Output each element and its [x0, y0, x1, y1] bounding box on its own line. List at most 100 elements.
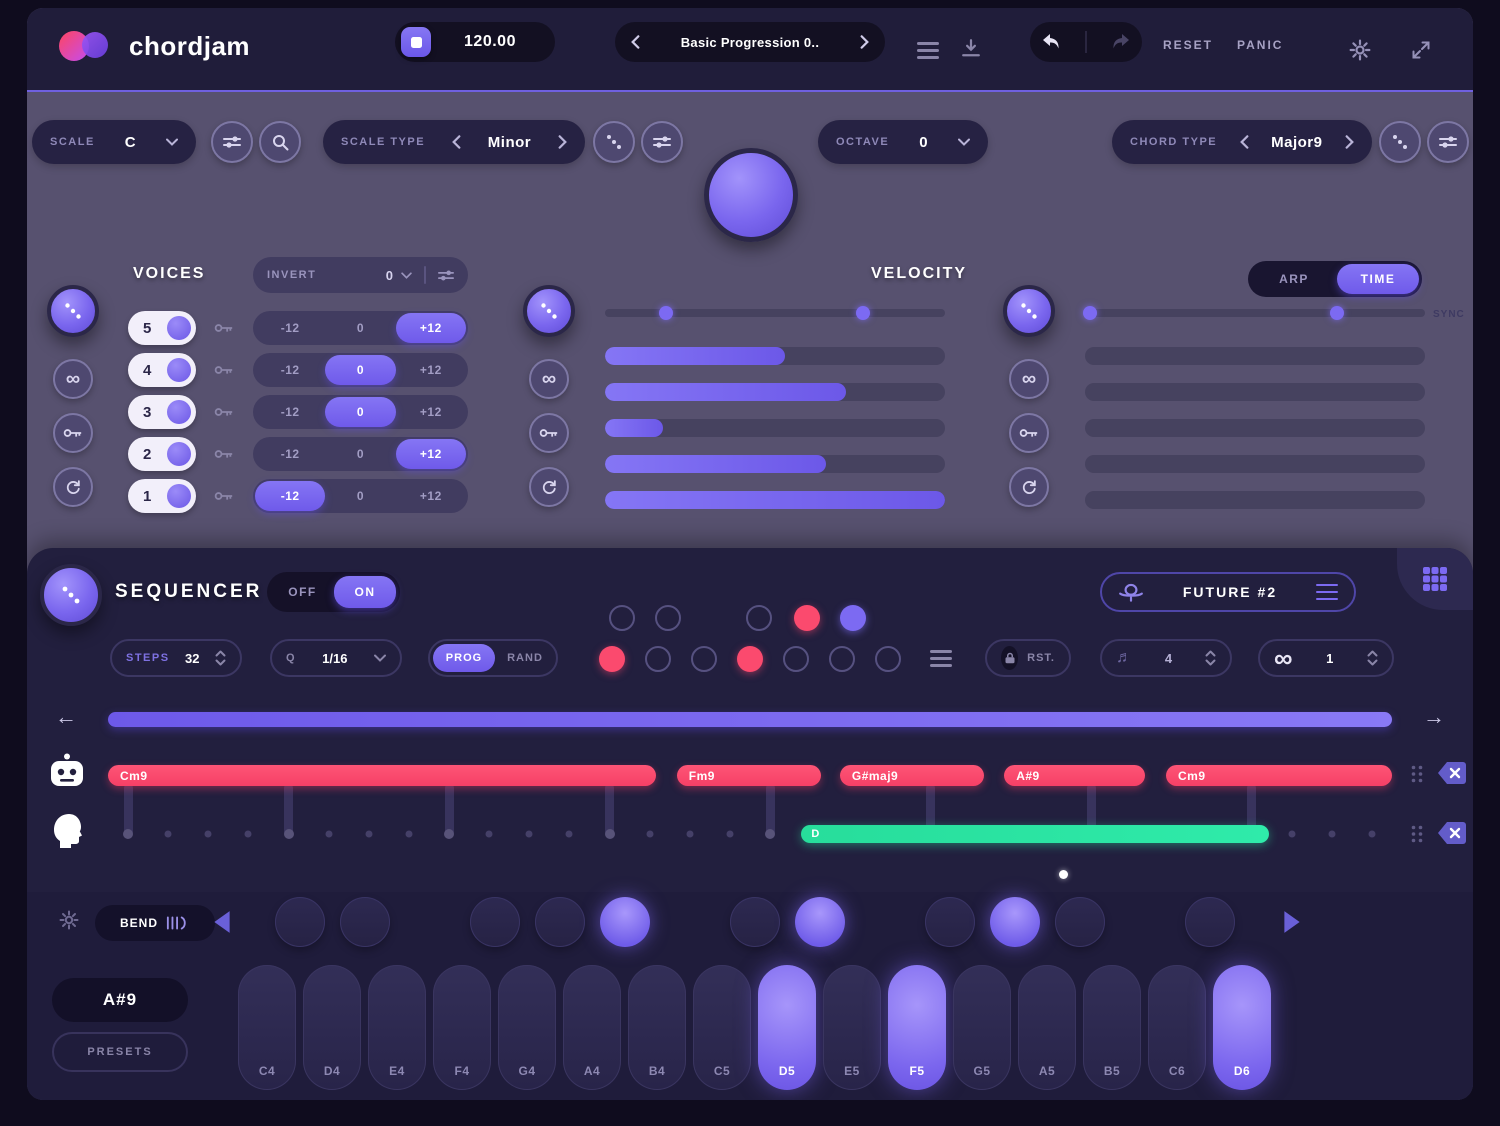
bend-control[interactable]: BEND	[95, 905, 215, 941]
note-count-control[interactable]: ♬ 4	[1100, 639, 1232, 677]
sequencer-off-option[interactable]: OFF	[267, 585, 338, 599]
stepper-icon[interactable]	[1367, 649, 1378, 667]
arp-option[interactable]: ARP	[1248, 272, 1340, 286]
octave-control[interactable]: OCTAVE 0	[818, 120, 988, 164]
voices-infinity-button[interactable]: ∞	[53, 359, 93, 399]
pattern-step-off[interactable]	[875, 646, 901, 672]
white-key-G4[interactable]: G4	[498, 965, 556, 1090]
loop-count-control[interactable]: ∞ 1	[1258, 639, 1394, 677]
voice-link-icon[interactable]	[214, 406, 234, 418]
sequence-preset-menu-icon[interactable]	[1316, 584, 1338, 601]
step-dot[interactable]	[526, 831, 533, 838]
stepper-icon[interactable]	[1205, 649, 1216, 667]
voice-offset-option[interactable]: 0	[325, 397, 395, 427]
voice-offset-option[interactable]: +12	[396, 397, 466, 427]
chord-row-clear-button[interactable]	[1437, 760, 1467, 786]
scale-type-random-button[interactable]	[593, 121, 635, 163]
sequence-preset-control[interactable]: FUTURE #2	[1100, 572, 1356, 612]
voice-number-pill[interactable]: 1	[128, 479, 196, 513]
pattern-menu-icon[interactable]	[930, 650, 952, 667]
voice-offset-option[interactable]: 0	[325, 355, 395, 385]
velocity-bar[interactable]	[605, 383, 945, 401]
scale-type-next-icon[interactable]	[558, 135, 567, 149]
white-key-C5[interactable]: C5	[693, 965, 751, 1090]
step-dot[interactable]	[284, 829, 294, 839]
pattern-step-hit[interactable]	[794, 605, 820, 631]
pattern-step-off[interactable]	[783, 646, 809, 672]
chord-block[interactable]: A#9	[1004, 765, 1145, 786]
voice-toggle-knob[interactable]	[167, 358, 191, 382]
resize-button[interactable]	[1411, 40, 1431, 60]
panic-button[interactable]: PANIC	[1237, 38, 1283, 52]
pattern-step-off[interactable]	[746, 605, 772, 631]
sequencer-random-knob[interactable]	[40, 564, 102, 626]
step-dot[interactable]	[325, 831, 332, 838]
preset-name[interactable]: Basic Progression 0..	[681, 35, 820, 50]
black-key-D#5[interactable]	[795, 897, 845, 947]
velocity-refresh-button[interactable]	[529, 467, 569, 507]
step-dot[interactable]	[726, 831, 733, 838]
voice-offset-option[interactable]: +12	[396, 355, 466, 385]
time-infinity-button[interactable]: ∞	[1009, 359, 1049, 399]
white-key-B5[interactable]: B5	[1083, 965, 1141, 1090]
velocity-bar[interactable]	[605, 419, 945, 437]
step-dot[interactable]	[245, 831, 252, 838]
voice-offset-option[interactable]: 0	[325, 313, 395, 343]
slider-handle[interactable]	[659, 306, 673, 320]
voice-toggle-knob[interactable]	[167, 316, 191, 340]
octave-right-button[interactable]	[1282, 910, 1302, 934]
scale-control[interactable]: SCALE C	[32, 120, 196, 164]
step-dot[interactable]	[765, 829, 775, 839]
time-bar[interactable]	[1085, 491, 1425, 509]
menu-button[interactable]	[917, 42, 939, 59]
step-dot[interactable]	[1288, 831, 1295, 838]
white-key-E4[interactable]: E4	[368, 965, 426, 1090]
step-dot[interactable]	[605, 829, 615, 839]
voice-offset-option[interactable]: -12	[255, 313, 325, 343]
white-key-F4[interactable]: F4	[433, 965, 491, 1090]
voice-offset-option[interactable]: +12	[396, 313, 466, 343]
step-dot[interactable]	[686, 831, 693, 838]
step-dot[interactable]	[646, 831, 653, 838]
black-key-A#5[interactable]	[1055, 897, 1105, 947]
keyboard-settings-button[interactable]	[59, 910, 79, 930]
note-row-drag-handle[interactable]	[1410, 824, 1424, 844]
time-bar[interactable]	[1085, 419, 1425, 437]
time-slider[interactable]	[1085, 309, 1425, 317]
voice-number-pill[interactable]: 2	[128, 437, 196, 471]
save-preset-button[interactable]	[961, 38, 981, 58]
chord-type-filter-button[interactable]	[1427, 121, 1469, 163]
voice-link-icon[interactable]	[214, 322, 234, 334]
pattern-step-current[interactable]	[840, 605, 866, 631]
prog-option[interactable]: PROG	[433, 644, 495, 672]
preset-prev-icon[interactable]	[631, 35, 640, 49]
timeline-progress-bar[interactable]	[108, 712, 1392, 727]
play-stop-button[interactable]	[401, 27, 431, 57]
time-lock-button[interactable]	[1009, 413, 1049, 453]
voice-number-pill[interactable]: 4	[128, 353, 196, 387]
bpm-value[interactable]: 120.00	[431, 33, 549, 51]
pattern-step-hit[interactable]	[737, 646, 763, 672]
white-key-A5[interactable]: A5	[1018, 965, 1076, 1090]
black-key-F#4[interactable]	[470, 897, 520, 947]
invert-control[interactable]: INVERT 0	[253, 257, 468, 293]
velocity-lock-button[interactable]	[529, 413, 569, 453]
step-dot[interactable]	[165, 831, 172, 838]
white-key-D4[interactable]: D4	[303, 965, 361, 1090]
timeline-next-button[interactable]: →	[1423, 704, 1445, 730]
voice-offset-option[interactable]: 0	[325, 439, 395, 469]
scale-filter-button[interactable]	[211, 121, 253, 163]
black-key-C#6[interactable]	[1185, 897, 1235, 947]
velocity-bar[interactable]	[605, 491, 945, 509]
voice-toggle-knob[interactable]	[167, 484, 191, 508]
sliders-icon[interactable]	[438, 269, 454, 282]
presets-button[interactable]: PRESETS	[52, 1032, 188, 1072]
time-random-knob[interactable]	[1003, 285, 1055, 337]
time-bar[interactable]	[1085, 455, 1425, 473]
slider-handle[interactable]	[1330, 306, 1344, 320]
chord-type-prev-icon[interactable]	[1240, 135, 1249, 149]
voice-offset-option[interactable]: +12	[396, 439, 466, 469]
white-key-B4[interactable]: B4	[628, 965, 686, 1090]
step-dot[interactable]	[1328, 831, 1335, 838]
pattern-step-off[interactable]	[691, 646, 717, 672]
